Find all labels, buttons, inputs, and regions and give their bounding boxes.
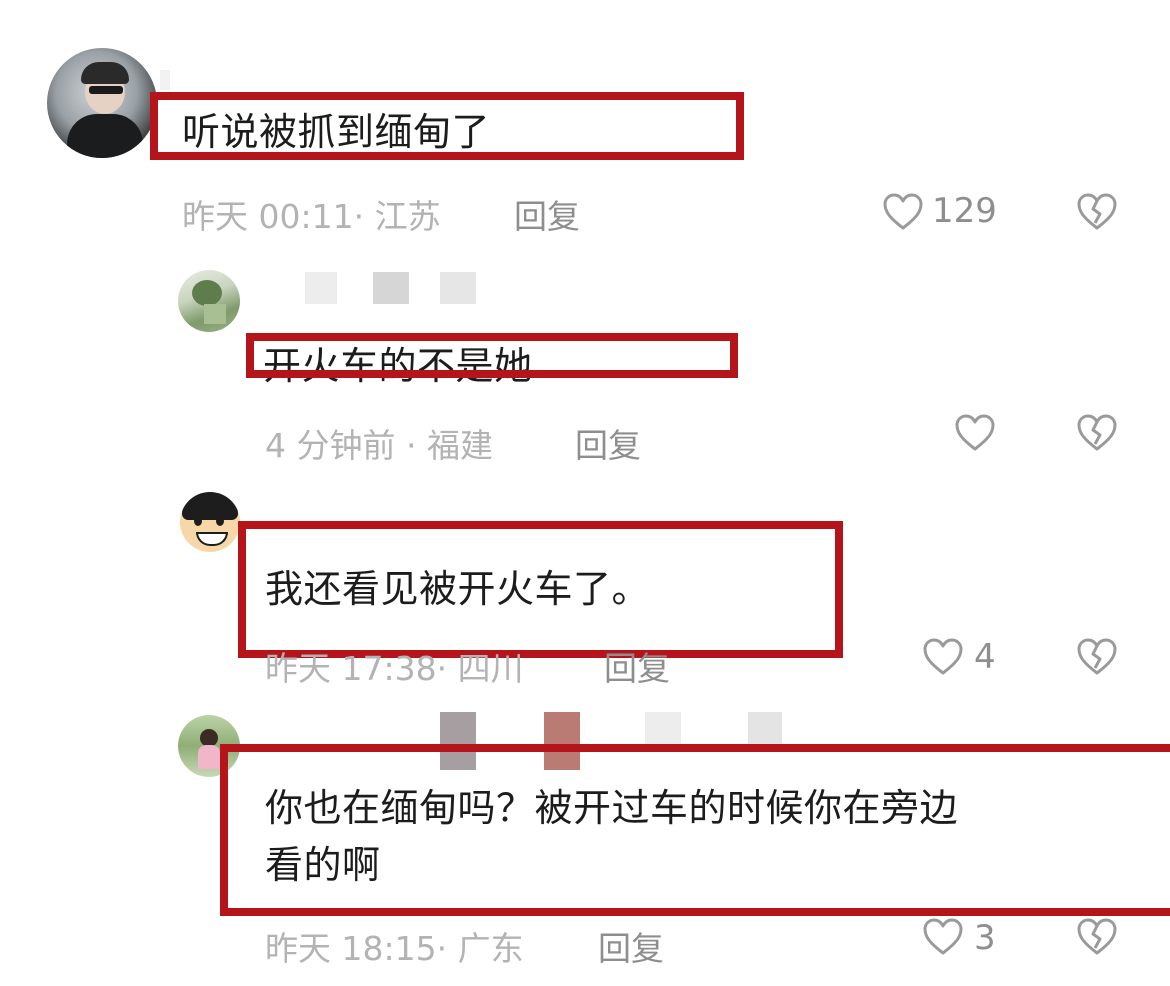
reply-button[interactable]: 回复: [598, 922, 664, 970]
highlight-box: [220, 744, 1170, 916]
heart-icon[interactable]: [922, 638, 964, 676]
reply-button[interactable]: 回复: [604, 642, 670, 690]
highlight-box: [238, 521, 843, 658]
avatar[interactable]: [178, 270, 240, 332]
heart-icon[interactable]: [922, 918, 964, 956]
avatar[interactable]: [47, 48, 157, 158]
like-count: 4: [974, 637, 996, 677]
broken-heart-icon[interactable]: [1076, 193, 1118, 231]
reply-button[interactable]: 回复: [514, 190, 580, 238]
comment-meta: 昨天 17:38· 四川: [265, 649, 524, 688]
comment-meta: 昨天 18:15· 广东: [265, 929, 524, 968]
highlight-box: [150, 92, 744, 160]
avatar[interactable]: [180, 492, 240, 552]
broken-heart-icon[interactable]: [1076, 638, 1118, 676]
username-redacted: [160, 70, 170, 90]
username-redacted: [373, 272, 409, 304]
highlight-box: [246, 333, 738, 378]
heart-icon[interactable]: [954, 414, 996, 452]
like-count: 129: [932, 191, 997, 231]
comment-meta: 4 分钟前 · 福建: [265, 426, 493, 465]
like-count: 3: [974, 918, 996, 958]
username-redacted: [440, 272, 476, 304]
heart-icon[interactable]: [882, 193, 924, 231]
broken-heart-icon[interactable]: [1076, 918, 1118, 956]
comment-meta: 昨天 00:11· 江苏: [182, 197, 441, 236]
broken-heart-icon[interactable]: [1076, 414, 1118, 452]
username-redacted: [305, 272, 337, 304]
reply-button[interactable]: 回复: [575, 419, 641, 467]
